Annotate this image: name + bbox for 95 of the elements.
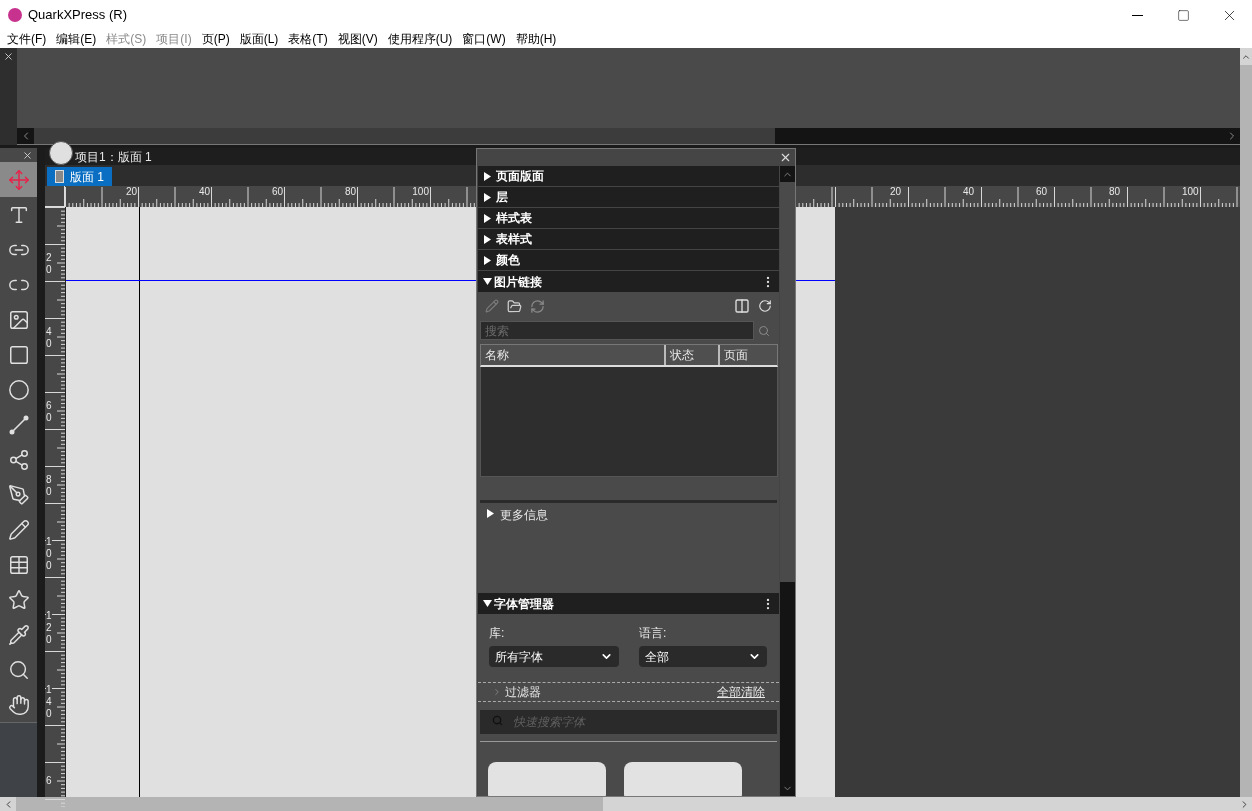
ruler-label: 20 (46, 252, 52, 276)
ruler-label: 40 (198, 186, 210, 198)
ruler-label: 120 (46, 610, 52, 646)
ruler-label: 20 (125, 186, 137, 198)
line-icon (7, 413, 30, 436)
section-title: 表样式 (496, 231, 532, 248)
pen-icon (7, 483, 30, 506)
horizontal-scrollbar[interactable] (17, 128, 1240, 145)
section-title: 页面版面 (496, 168, 544, 185)
ruler-label: 60 (271, 186, 283, 198)
scrollbar-thumb[interactable] (780, 182, 795, 582)
document-title: 项目1：版面 1 (75, 148, 152, 166)
expand-triangle-icon[interactable] (486, 509, 495, 518)
palette-section-header[interactable]: 颜色 (478, 250, 779, 271)
palette-section-header[interactable]: 页面版面 (478, 166, 779, 187)
more-info-label[interactable]: 更多信息 (500, 506, 548, 524)
library-select[interactable]: 所有字体 (489, 646, 619, 667)
layout-tab[interactable]: 版面 1 (47, 167, 112, 186)
picture-box-icon (7, 308, 30, 331)
column-header[interactable]: 状态 (666, 345, 720, 365)
ruler-label: 140 (46, 684, 52, 720)
palette-section-header[interactable]: 层 (478, 187, 779, 208)
clear-all-link[interactable]: 全部清除 (717, 683, 765, 701)
language-select[interactable]: 全部 (639, 646, 767, 667)
close-icon[interactable] (3, 51, 14, 62)
section-title: 图片链接 (494, 273, 543, 291)
rectangle-icon (7, 343, 30, 366)
folder-icon[interactable] (507, 298, 522, 314)
field-label: 库: (489, 625, 506, 642)
ruler-label: 60 (1036, 186, 1048, 198)
ruler-label: 6 (46, 775, 52, 787)
field-label: 语言: (639, 625, 668, 642)
menu-item[interactable]: 视图(V) (332, 30, 383, 48)
menu-item[interactable]: 编辑(E) (51, 30, 102, 48)
ruler-label: 100 (1182, 186, 1199, 198)
ruler-label: 80 (1109, 186, 1121, 198)
minimize-icon (1131, 14, 1143, 16)
expand-triangle-icon[interactable] (483, 171, 492, 181)
ruler-label: 60 (46, 400, 52, 424)
expand-triangle-icon[interactable] (483, 234, 492, 244)
close-icon[interactable] (779, 151, 792, 164)
palette-section-header[interactable]: 字体管理器 (478, 593, 779, 614)
window-title: QuarkXPress (R) (28, 6, 127, 25)
expand-triangle-icon[interactable] (483, 192, 492, 202)
refresh-icon[interactable] (758, 299, 772, 313)
filter-label[interactable]: 过滤器 (505, 683, 714, 701)
horizontal-scrollbar[interactable] (0, 797, 1252, 811)
ruler-label: 100 (412, 186, 429, 198)
move-icon (7, 168, 30, 191)
section-title: 样式表 (496, 210, 532, 227)
menu-item[interactable]: 页(P) (196, 30, 235, 48)
columns-icon[interactable] (734, 298, 750, 314)
circle-icon (7, 378, 30, 401)
menu-item[interactable]: 窗口(W) (457, 30, 511, 48)
ruler-corner (45, 186, 65, 207)
menu-item[interactable]: 表格(T) (283, 30, 333, 48)
scrollbar-thumb[interactable] (34, 128, 775, 144)
search-icon (492, 715, 503, 726)
section-title: 颜色 (496, 252, 520, 269)
column-header[interactable]: 名称 (481, 345, 666, 365)
collapse-triangle-icon[interactable] (483, 599, 492, 608)
app-logo-icon (8, 8, 22, 22)
ruler-label: 100 (46, 536, 52, 572)
search-field[interactable]: 搜索 (480, 321, 754, 340)
palette-section-header[interactable]: 图片链接 (478, 271, 779, 292)
page-icon (55, 170, 64, 183)
hand-icon (7, 693, 30, 716)
ruler-label: 40 (963, 186, 975, 198)
menu-item[interactable]: 版面(L) (234, 30, 284, 48)
eyedropper-icon (7, 623, 30, 646)
ruler-label: 20 (890, 186, 902, 198)
menu-item[interactable]: 使用程序(U) (382, 30, 458, 48)
close-icon[interactable] (22, 149, 33, 161)
menu-item[interactable]: 文件(F) (2, 30, 52, 48)
table-icon (7, 553, 30, 576)
pencil-icon (7, 518, 30, 541)
nodes-icon (7, 448, 30, 471)
star-icon (7, 588, 30, 611)
palette-section-header[interactable]: 样式表 (478, 208, 779, 229)
expand-triangle-icon[interactable] (483, 213, 492, 223)
scrollbar-thumb[interactable] (16, 797, 603, 811)
column-header[interactable]: 页面 (720, 345, 777, 365)
palette-scrollbar[interactable] (780, 166, 795, 796)
zoom-icon (7, 658, 30, 681)
section-title: 层 (496, 189, 508, 206)
ruler-label: 80 (344, 186, 356, 198)
collapse-triangle-icon[interactable] (483, 277, 492, 286)
menu-item[interactable]: 帮助(H) (510, 30, 562, 48)
expand-triangle-icon[interactable] (483, 255, 492, 265)
section-title: 字体管理器 (494, 595, 555, 613)
maximize-icon (1176, 8, 1190, 22)
palette-section-header[interactable]: 表样式 (478, 229, 779, 250)
ruler-label: 40 (46, 326, 52, 350)
sync-icon[interactable] (530, 298, 545, 314)
ruler-label: 80 (46, 474, 52, 498)
